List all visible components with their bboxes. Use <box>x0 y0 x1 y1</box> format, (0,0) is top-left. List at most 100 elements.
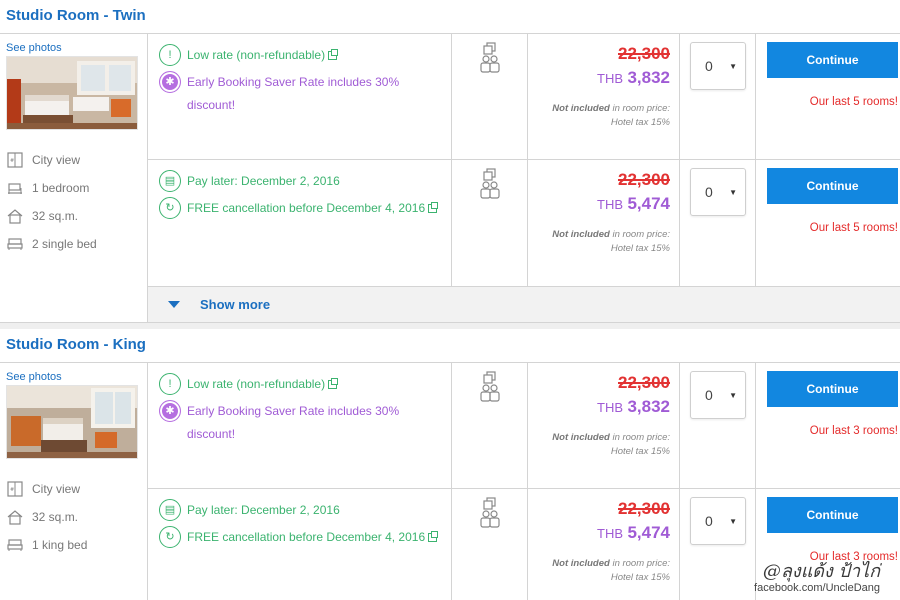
feature-size: 32 sq.m. <box>6 202 141 230</box>
condition-text: Early Booking Saver Rate includes 30% di… <box>187 404 400 441</box>
quantity-cell: 0 ▼ <box>680 34 756 159</box>
occupancy-icon <box>479 371 500 402</box>
feature-bedrooms: 1 bedroom <box>6 174 141 202</box>
cta-cell: Continue Our last 5 rooms! <box>756 34 900 159</box>
rooms-left-notice: Our last 5 rooms! <box>809 222 898 234</box>
rooms-left-notice: Our last 3 rooms! <box>809 425 898 437</box>
tax-note[interactable]: Not included in room price: Hotel tax 15% <box>528 557 670 585</box>
room-title: Studio Room - Twin <box>0 0 900 33</box>
triangle-down-icon <box>168 301 180 308</box>
condition-item: ✱ Early Booking Saver Rate includes 30% … <box>159 71 451 117</box>
bed-icon <box>6 179 24 197</box>
room-quantity-select[interactable]: 0 ▼ <box>690 371 746 419</box>
condition-item: ▤ Pay later: December 2, 2016 <box>159 499 451 522</box>
condition-item: ▤ Pay later: December 2, 2016 <box>159 170 451 193</box>
feature-label: 2 single bed <box>32 237 97 251</box>
condition-text[interactable]: Low rate (non-refundable) <box>187 373 339 396</box>
feature-label: 1 bedroom <box>32 181 90 195</box>
condition-text: Early Booking Saver Rate includes 30% di… <box>187 75 400 112</box>
room-quantity-select[interactable]: 0 ▼ <box>690 42 746 90</box>
price-cell: 22,300 THB 3,832 Not included in room pr… <box>528 34 680 159</box>
see-photos-link[interactable]: See photos <box>6 371 141 383</box>
feature-label: City view <box>32 482 81 496</box>
condition-text[interactable]: FREE cancellation before December 4, 201… <box>187 197 439 220</box>
chevron-down-icon: ▼ <box>729 187 737 197</box>
occupancy-cell <box>452 160 528 286</box>
external-link-icon[interactable] <box>328 49 339 60</box>
feature-view: # City view <box>6 146 141 174</box>
continue-button[interactable]: Continue <box>767 371 898 407</box>
bed-icon <box>6 235 24 253</box>
condition-text[interactable]: FREE cancellation before December 4, 201… <box>187 526 439 549</box>
continue-button[interactable]: Continue <box>767 42 898 78</box>
see-photos-link[interactable]: See photos <box>6 42 141 54</box>
condition-text: Pay later: December 2, 2016 <box>187 503 340 517</box>
price-cell: 22,300 THB 5,474 Not included in room pr… <box>528 160 680 286</box>
show-more-button[interactable]: Show more <box>148 286 900 322</box>
external-link-icon[interactable] <box>328 378 339 389</box>
rate-row: ▤ Pay later: December 2, 2016 ↻ FREE can… <box>148 160 900 286</box>
feature-label: 1 king bed <box>32 538 88 552</box>
chevron-down-icon: ▼ <box>729 516 737 526</box>
tax-note[interactable]: Not included in room price: Hotel tax 15% <box>528 102 670 130</box>
condition-text: Pay later: December 2, 2016 <box>187 174 340 188</box>
quantity-cell: 0 ▼ <box>680 489 756 600</box>
external-link-icon[interactable] <box>428 531 439 542</box>
warning-icon: ! <box>159 44 181 66</box>
rate-conditions: ▤ Pay later: December 2, 2016 ↻ FREE can… <box>148 489 452 600</box>
original-price: 22,300 <box>618 44 670 63</box>
tax-note[interactable]: Not included in room price: Hotel tax 15% <box>528 228 670 256</box>
occupancy-cell <box>452 363 528 488</box>
feature-label: City view <box>32 153 81 167</box>
watermark: @ลุงแด้ง ป้าไก่ facebook.com/UncleDang <box>754 561 880 595</box>
room-title: Studio Room - King <box>0 329 900 362</box>
occupancy-cell <box>452 489 528 600</box>
chevron-down-icon: ▼ <box>729 61 737 71</box>
original-price: 22,300 <box>618 373 670 392</box>
window-icon: # <box>6 151 24 169</box>
external-link-icon[interactable] <box>428 202 439 213</box>
feature-view: # City view <box>6 475 141 503</box>
calendar-icon: ▤ <box>159 170 181 192</box>
warning-icon: ! <box>159 373 181 395</box>
cta-cell: Continue Our last 5 rooms! <box>756 160 900 286</box>
tax-note[interactable]: Not included in room price: Hotel tax 15% <box>528 431 670 459</box>
original-price: 22,300 <box>618 170 670 189</box>
badge-icon: ✱ <box>159 400 181 422</box>
room-info: See photos # City view <box>0 363 148 600</box>
quantity-cell: 0 ▼ <box>680 363 756 488</box>
price-cell: 22,300 THB 5,474 Not included in room pr… <box>528 489 680 600</box>
occupancy-icon <box>479 168 500 199</box>
continue-button[interactable]: Continue <box>767 497 898 533</box>
refresh-icon: ↻ <box>159 526 181 548</box>
room-photo[interactable] <box>6 385 138 459</box>
house-icon <box>6 508 24 526</box>
refresh-icon: ↻ <box>159 197 181 219</box>
continue-button[interactable]: Continue <box>767 168 898 204</box>
condition-item: ! Low rate (non-refundable) <box>159 44 451 67</box>
quantity-cell: 0 ▼ <box>680 160 756 286</box>
price-cell: 22,300 THB 3,832 Not included in room pr… <box>528 363 680 488</box>
watermark-signature: @ลุงแด้ง ป้าไก่ <box>762 561 880 582</box>
show-more-label: Show more <box>200 297 271 312</box>
chevron-down-icon: ▼ <box>729 390 737 400</box>
rate-row: ! Low rate (non-refundable) ✱ Early Book… <box>148 34 900 160</box>
condition-text[interactable]: Low rate (non-refundable) <box>187 44 339 67</box>
feature-beds: 2 single bed <box>6 230 141 258</box>
feature-size: 32 sq.m. <box>6 503 141 531</box>
rate-conditions: ! Low rate (non-refundable) ✱ Early Book… <box>148 363 452 488</box>
discounted-price: THB 3,832 <box>597 68 670 87</box>
svg-text:#: # <box>10 487 14 493</box>
room-quantity-select[interactable]: 0 ▼ <box>690 497 746 545</box>
occupancy-icon <box>479 497 500 528</box>
room-photo[interactable] <box>6 56 138 130</box>
feature-beds: 1 king bed <box>6 531 141 559</box>
svg-text:#: # <box>10 158 14 164</box>
original-price: 22,300 <box>618 499 670 518</box>
condition-item: ↻ FREE cancellation before December 4, 2… <box>159 526 451 549</box>
bed-icon <box>6 536 24 554</box>
discounted-price: THB 5,474 <box>597 194 670 213</box>
house-icon <box>6 207 24 225</box>
badge-icon: ✱ <box>159 71 181 93</box>
room-quantity-select[interactable]: 0 ▼ <box>690 168 746 216</box>
